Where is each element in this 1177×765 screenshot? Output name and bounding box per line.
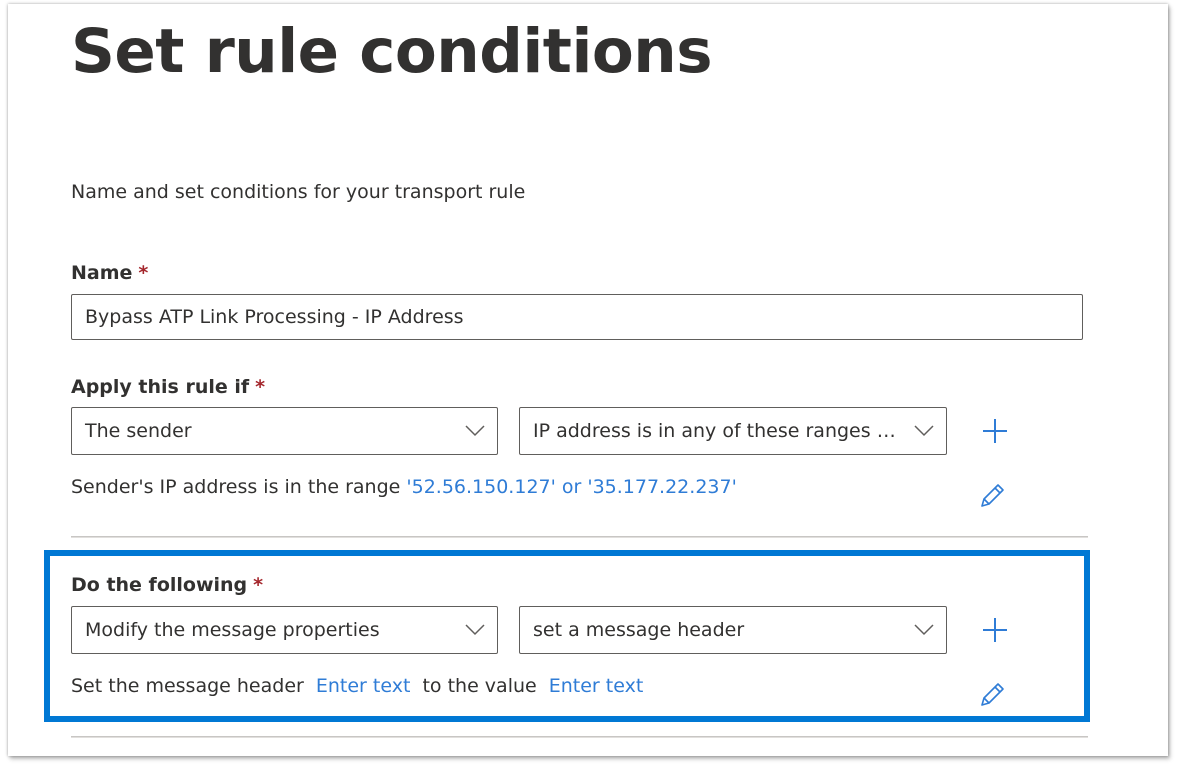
chevron-down-icon (902, 624, 946, 636)
required-mark: * (253, 574, 264, 596)
plus-icon (983, 419, 1007, 443)
action-description-text: Set the message header (71, 675, 304, 697)
header-name-link[interactable]: Enter text (316, 675, 411, 697)
pencil-icon (981, 683, 1004, 706)
required-mark: * (138, 262, 149, 284)
header-value-link[interactable]: Enter text (549, 675, 644, 697)
condition-label: Apply this rule if * (71, 376, 265, 398)
condition-label-text: Apply this rule if (71, 376, 250, 398)
action-label: Do the following * (71, 574, 263, 596)
plus-icon (983, 618, 1007, 642)
edit-action-button[interactable] (979, 680, 1007, 708)
add-action-button[interactable] (980, 615, 1010, 645)
dropdown-value: The sender (85, 420, 192, 442)
name-input[interactable] (71, 294, 1083, 340)
action-type-dropdown[interactable]: Modify the message properties (71, 606, 498, 654)
pencil-icon (981, 484, 1004, 507)
required-mark: * (255, 376, 266, 398)
condition-description: Sender's IP address is in the range '52.… (71, 476, 737, 498)
condition-predicate-dropdown[interactable]: IP address is in any of these ranges or.… (519, 407, 947, 455)
page-subtitle: Name and set conditions for your transpo… (71, 181, 526, 203)
add-condition-button[interactable] (980, 416, 1010, 446)
dropdown-value: set a message header (533, 619, 745, 641)
edit-condition-button[interactable] (979, 481, 1007, 509)
action-label-text: Do the following (71, 574, 248, 596)
chevron-down-icon (902, 425, 946, 437)
page-title: Set rule conditions (71, 16, 713, 87)
chevron-down-icon (453, 624, 497, 636)
chevron-down-icon (453, 425, 497, 437)
section-divider (71, 536, 1088, 538)
dropdown-value: Modify the message properties (85, 619, 380, 641)
name-label-text: Name (71, 262, 133, 284)
action-description: Set the message header Enter text to the… (71, 675, 643, 697)
dropdown-value: IP address is in any of these ranges or.… (533, 420, 902, 442)
ip-range-link[interactable]: '52.56.150.127' or '35.177.22.237' (406, 476, 736, 498)
condition-description-text: Sender's IP address is in the range (71, 476, 407, 498)
action-detail-dropdown[interactable]: set a message header (519, 606, 947, 654)
section-divider (71, 736, 1088, 738)
name-label: Name * (71, 262, 148, 284)
condition-subject-dropdown[interactable]: The sender (71, 407, 498, 455)
action-description-text: to the value (422, 675, 537, 697)
